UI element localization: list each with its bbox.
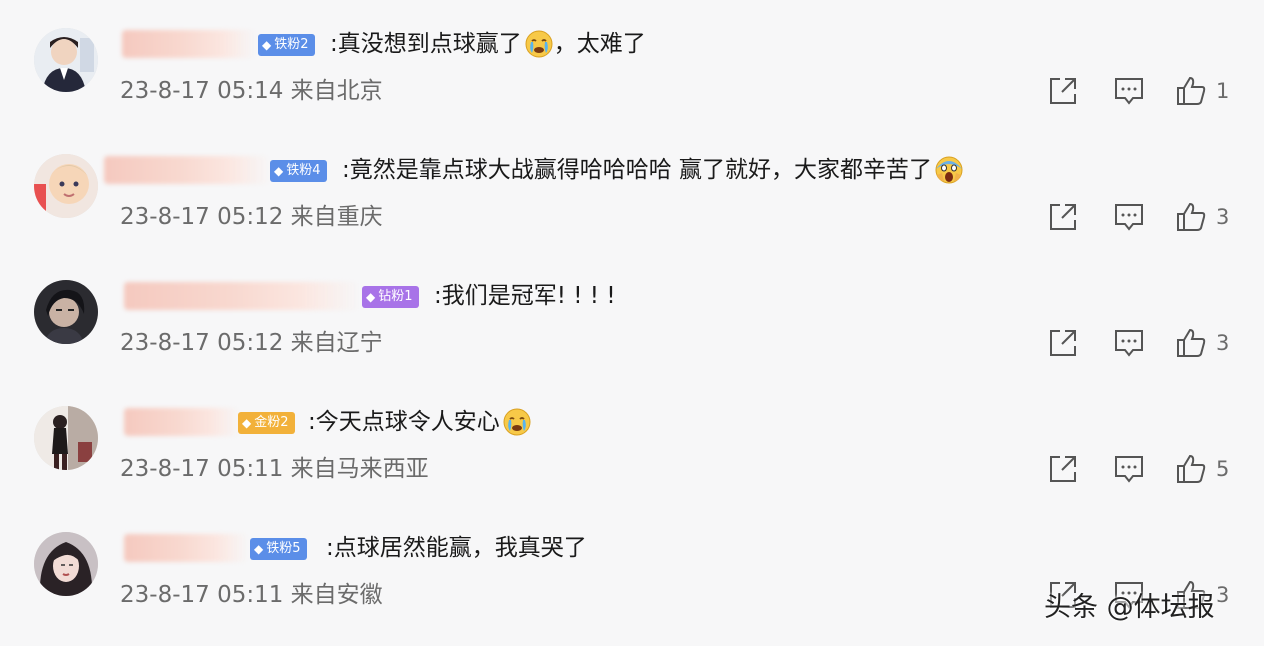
thumbs-up-icon[interactable]	[1174, 74, 1208, 108]
like-count: 3	[1216, 583, 1230, 607]
thumbs-up-icon[interactable]	[1174, 326, 1208, 360]
comment-actions: 5	[1046, 452, 1246, 486]
badge-label: 铁粉5	[266, 541, 301, 556]
comment-text: :真没想到点球赢了 ，太难了	[330, 28, 646, 60]
comment-icon[interactable]	[1112, 200, 1146, 234]
comment-text: :点球居然能赢，我真哭了	[326, 532, 587, 564]
avatar[interactable]	[34, 28, 98, 92]
fan-badge: ◆ 铁粉4	[270, 160, 327, 182]
like-count: 3	[1216, 331, 1230, 355]
diamond-icon: ◆	[242, 416, 252, 430]
fan-badge: ◆ 铁粉2	[258, 34, 315, 56]
location: 来自北京	[290, 78, 383, 104]
share-icon[interactable]	[1046, 452, 1080, 486]
comment-text: :竟然是靠点球大战赢得哈哈哈哈 赢了就好，大家都辛苦了	[342, 154, 964, 186]
fan-badge: ◆ 钻粉1	[362, 286, 419, 308]
comment-text: :我们是冠军! ! ! !	[434, 280, 616, 312]
timestamp: 23-8-17 05:12	[120, 330, 284, 356]
comment-body: :竟然是靠点球大战赢得哈哈哈哈 赢了就好，大家都辛苦了	[342, 157, 933, 183]
like-count: 1	[1216, 79, 1230, 103]
location: 来自辽宁	[290, 330, 383, 356]
avatar[interactable]	[34, 154, 98, 218]
comment-icon[interactable]	[1112, 74, 1146, 108]
avatar[interactable]	[34, 532, 98, 596]
comment-actions: 1	[1046, 74, 1246, 108]
comment-item: ◆ 铁粉4 :竟然是靠点球大战赢得哈哈哈哈 赢了就好，大家都辛苦了 23-8-1…	[0, 126, 1264, 252]
comment-item: ◆ 钻粉1 :我们是冠军! ! ! ! 23-8-17 05:12 来自辽宁 3	[0, 252, 1264, 378]
location: 来自安徽	[290, 582, 383, 608]
comment-body: :真没想到点球赢了	[330, 31, 522, 57]
like-count: 5	[1216, 457, 1230, 481]
thumbs-up-icon[interactable]	[1174, 452, 1208, 486]
username-blurred[interactable]	[104, 156, 270, 184]
share-icon[interactable]	[1046, 200, 1080, 234]
badge-label: 金粉2	[254, 415, 289, 430]
badge-label: 铁粉2	[274, 37, 309, 52]
timestamp: 23-8-17 05:12	[120, 204, 284, 230]
comment-body: :我们是冠军! ! ! !	[434, 283, 616, 309]
location: 来自重庆	[290, 204, 383, 230]
comment-icon[interactable]	[1112, 452, 1146, 486]
watermark: 头条 @体坛报	[1044, 592, 1215, 623]
avatar[interactable]	[34, 280, 98, 344]
screaming-face-icon	[934, 155, 964, 185]
comment-actions: 3	[1046, 200, 1246, 234]
crying-face-icon	[524, 29, 554, 59]
diamond-icon: ◆	[274, 164, 284, 178]
badge-label: 铁粉4	[286, 163, 321, 178]
share-icon[interactable]	[1046, 326, 1080, 360]
comment-body: :点球居然能赢，我真哭了	[326, 535, 587, 561]
comment-item: ◆ 金粉2 :今天点球令人安心 23-8-17 05:11 来自马来西亚 5	[0, 378, 1264, 504]
username-blurred[interactable]	[124, 282, 360, 310]
comment-meta: 23-8-17 05:11 来自马来西亚	[120, 454, 429, 484]
diamond-icon: ◆	[262, 38, 272, 52]
crying-face-icon	[502, 407, 532, 437]
username-blurred[interactable]	[124, 408, 240, 436]
timestamp: 23-8-17 05:11	[120, 582, 284, 608]
comment-icon[interactable]	[1112, 326, 1146, 360]
timestamp: 23-8-17 05:14	[120, 78, 284, 104]
diamond-icon: ◆	[366, 290, 376, 304]
comment-meta: 23-8-17 05:11 来自安徽	[120, 580, 383, 610]
comment-meta: 23-8-17 05:14 来自北京	[120, 76, 383, 106]
comment-meta: 23-8-17 05:12 来自重庆	[120, 202, 383, 232]
username-blurred[interactable]	[122, 30, 256, 58]
diamond-icon: ◆	[254, 542, 264, 556]
share-icon[interactable]	[1046, 74, 1080, 108]
comment-body-tail: ，太难了	[553, 31, 646, 57]
badge-label: 钻粉1	[378, 289, 413, 304]
username-blurred[interactable]	[124, 534, 248, 562]
like-count: 3	[1216, 205, 1230, 229]
timestamp: 23-8-17 05:11	[120, 456, 284, 482]
fan-badge: ◆ 金粉2	[238, 412, 295, 434]
avatar[interactable]	[34, 406, 98, 470]
fan-badge: ◆ 铁粉5	[250, 538, 307, 560]
comment-actions: 3	[1046, 326, 1246, 360]
thumbs-up-icon[interactable]	[1174, 200, 1208, 234]
comment-text: :今天点球令人安心	[308, 406, 532, 438]
location: 来自马来西亚	[290, 456, 429, 482]
comment-meta: 23-8-17 05:12 来自辽宁	[120, 328, 383, 358]
comment-body: :今天点球令人安心	[308, 409, 500, 435]
comment-item: ◆ 铁粉2 :真没想到点球赢了 ，太难了 23-8-17 05:14 来自北京	[0, 0, 1264, 126]
